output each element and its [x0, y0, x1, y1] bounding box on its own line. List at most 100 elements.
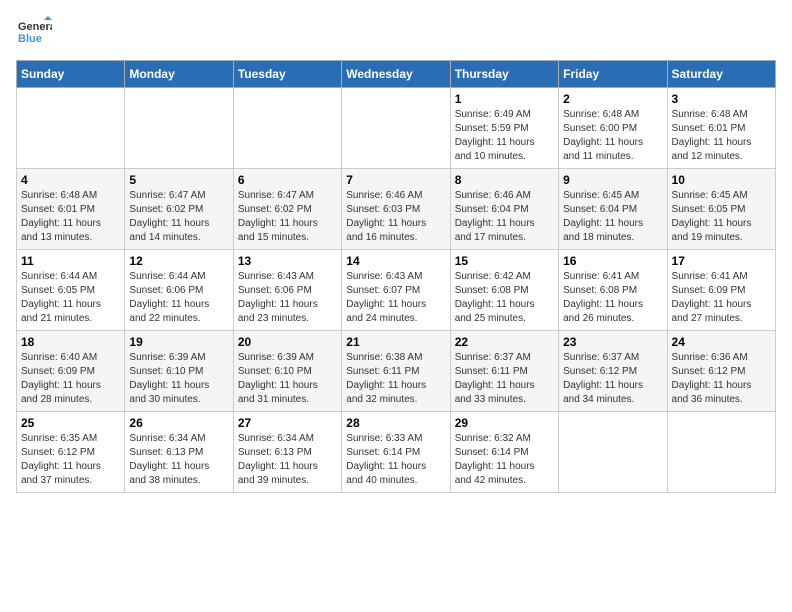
weekday-header: Thursday: [450, 61, 558, 88]
calendar-cell: 28 Sunrise: 6:33 AM Sunset: 6:14 PM Dayli…: [342, 412, 450, 493]
day-info: Sunrise: 6:35 AM Sunset: 6:12 PM Dayligh…: [21, 432, 120, 488]
day-info: Sunrise: 6:45 AM Sunset: 6:05 PM Dayligh…: [672, 189, 771, 245]
calendar-header: SundayMondayTuesdayWednesdayThursdayFrid…: [17, 61, 776, 88]
day-info: Sunrise: 6:46 AM Sunset: 6:03 PM Dayligh…: [346, 189, 445, 245]
day-number: 14: [346, 254, 445, 268]
day-number: 13: [238, 254, 337, 268]
calendar-cell: 25 Sunrise: 6:35 AM Sunset: 6:12 PM Dayli…: [17, 412, 125, 493]
calendar-cell: 22Sunrise: 6:37 AM Sunset: 6:11 PM Dayli…: [450, 331, 558, 412]
logo: General Blue: [16, 16, 52, 52]
day-number: 16: [563, 254, 662, 268]
day-info: Sunrise: 6:47 AM Sunset: 6:02 PM Dayligh…: [129, 189, 228, 245]
day-number: 12: [129, 254, 228, 268]
day-number: 29: [455, 416, 554, 430]
calendar-cell: 10 Sunrise: 6:45 AM Sunset: 6:05 PM Dayli…: [667, 169, 775, 250]
calendar-cell: 16Sunrise: 6:41 AM Sunset: 6:08 PM Dayli…: [559, 250, 667, 331]
calendar-cell: 19 Sunrise: 6:39 AM Sunset: 6:10 PM Dayli…: [125, 331, 233, 412]
calendar-cell: 21Sunrise: 6:38 AM Sunset: 6:11 PM Dayli…: [342, 331, 450, 412]
logo-svg: General Blue: [16, 16, 52, 52]
day-number: 5: [129, 173, 228, 187]
calendar-body: 1 Sunrise: 6:49 AM Sunset: 5:59 PM Daylig…: [17, 88, 776, 493]
day-number: 9: [563, 173, 662, 187]
day-info: Sunrise: 6:32 AM Sunset: 6:14 PM Dayligh…: [455, 432, 554, 488]
day-number: 28: [346, 416, 445, 430]
calendar-cell: [17, 88, 125, 169]
day-info: Sunrise: 6:36 AM Sunset: 6:12 PM Dayligh…: [672, 351, 771, 407]
calendar-cell: [342, 88, 450, 169]
day-info: Sunrise: 6:34 AM Sunset: 6:13 PM Dayligh…: [238, 432, 337, 488]
calendar-cell: 2Sunrise: 6:48 AM Sunset: 6:00 PM Daylig…: [559, 88, 667, 169]
day-number: 25: [21, 416, 120, 430]
day-info: Sunrise: 6:44 AM Sunset: 6:06 PM Dayligh…: [129, 270, 228, 326]
calendar-cell: 26 Sunrise: 6:34 AM Sunset: 6:13 PM Dayli…: [125, 412, 233, 493]
calendar-cell: 13Sunrise: 6:43 AM Sunset: 6:06 PM Dayli…: [233, 250, 341, 331]
day-info: Sunrise: 6:40 AM Sunset: 6:09 PM Dayligh…: [21, 351, 120, 407]
calendar-cell: 7 Sunrise: 6:46 AM Sunset: 6:03 PM Daylig…: [342, 169, 450, 250]
calendar-cell: [233, 88, 341, 169]
calendar-cell: 3Sunrise: 6:48 AM Sunset: 6:01 PM Daylig…: [667, 88, 775, 169]
calendar-cell: 9 Sunrise: 6:45 AM Sunset: 6:04 PM Daylig…: [559, 169, 667, 250]
calendar-cell: [667, 412, 775, 493]
day-info: Sunrise: 6:38 AM Sunset: 6:11 PM Dayligh…: [346, 351, 445, 407]
calendar-cell: 18 Sunrise: 6:40 AM Sunset: 6:09 PM Dayli…: [17, 331, 125, 412]
day-info: Sunrise: 6:37 AM Sunset: 6:12 PM Dayligh…: [563, 351, 662, 407]
weekday-header: Saturday: [667, 61, 775, 88]
calendar-week-row: 4Sunrise: 6:48 AM Sunset: 6:01 PM Daylig…: [17, 169, 776, 250]
weekday-header: Sunday: [17, 61, 125, 88]
day-number: 10: [672, 173, 771, 187]
day-number: 22: [455, 335, 554, 349]
calendar-cell: 23 Sunrise: 6:37 AM Sunset: 6:12 PM Dayli…: [559, 331, 667, 412]
day-number: 7: [346, 173, 445, 187]
calendar-cell: 24Sunrise: 6:36 AM Sunset: 6:12 PM Dayli…: [667, 331, 775, 412]
calendar-table: SundayMondayTuesdayWednesdayThursdayFrid…: [16, 60, 776, 493]
svg-text:Blue: Blue: [18, 33, 42, 45]
day-info: Sunrise: 6:39 AM Sunset: 6:10 PM Dayligh…: [129, 351, 228, 407]
calendar-cell: 11 Sunrise: 6:44 AM Sunset: 6:05 PM Dayli…: [17, 250, 125, 331]
day-info: Sunrise: 6:39 AM Sunset: 6:10 PM Dayligh…: [238, 351, 337, 407]
day-number: 11: [21, 254, 120, 268]
day-info: Sunrise: 6:41 AM Sunset: 6:09 PM Dayligh…: [672, 270, 771, 326]
day-info: Sunrise: 6:42 AM Sunset: 6:08 PM Dayligh…: [455, 270, 554, 326]
day-number: 2: [563, 92, 662, 106]
calendar-cell: 1 Sunrise: 6:49 AM Sunset: 5:59 PM Daylig…: [450, 88, 558, 169]
svg-text:General: General: [18, 21, 52, 33]
logo-graphic: General Blue: [16, 16, 52, 52]
day-info: Sunrise: 6:43 AM Sunset: 6:07 PM Dayligh…: [346, 270, 445, 326]
calendar-week-row: 25 Sunrise: 6:35 AM Sunset: 6:12 PM Dayli…: [17, 412, 776, 493]
day-number: 23: [563, 335, 662, 349]
weekday-header: Friday: [559, 61, 667, 88]
calendar-cell: 17Sunrise: 6:41 AM Sunset: 6:09 PM Dayli…: [667, 250, 775, 331]
day-info: Sunrise: 6:48 AM Sunset: 6:01 PM Dayligh…: [21, 189, 120, 245]
calendar-cell: 27Sunrise: 6:34 AM Sunset: 6:13 PM Dayli…: [233, 412, 341, 493]
calendar-week-row: 1 Sunrise: 6:49 AM Sunset: 5:59 PM Daylig…: [17, 88, 776, 169]
day-number: 8: [455, 173, 554, 187]
day-number: 6: [238, 173, 337, 187]
page-header: General Blue: [16, 16, 776, 52]
calendar-cell: 8 Sunrise: 6:46 AM Sunset: 6:04 PM Daylig…: [450, 169, 558, 250]
day-info: Sunrise: 6:48 AM Sunset: 6:01 PM Dayligh…: [672, 108, 771, 164]
day-info: Sunrise: 6:47 AM Sunset: 6:02 PM Dayligh…: [238, 189, 337, 245]
day-info: Sunrise: 6:46 AM Sunset: 6:04 PM Dayligh…: [455, 189, 554, 245]
calendar-cell: 29 Sunrise: 6:32 AM Sunset: 6:14 PM Dayli…: [450, 412, 558, 493]
calendar-cell: 12 Sunrise: 6:44 AM Sunset: 6:06 PM Dayli…: [125, 250, 233, 331]
day-info: Sunrise: 6:49 AM Sunset: 5:59 PM Dayligh…: [455, 108, 554, 164]
day-info: Sunrise: 6:34 AM Sunset: 6:13 PM Dayligh…: [129, 432, 228, 488]
calendar-cell: 20 Sunrise: 6:39 AM Sunset: 6:10 PM Dayli…: [233, 331, 341, 412]
calendar-week-row: 18 Sunrise: 6:40 AM Sunset: 6:09 PM Dayli…: [17, 331, 776, 412]
day-number: 20: [238, 335, 337, 349]
calendar-cell: 14 Sunrise: 6:43 AM Sunset: 6:07 PM Dayli…: [342, 250, 450, 331]
weekday-header: Tuesday: [233, 61, 341, 88]
header-row: SundayMondayTuesdayWednesdayThursdayFrid…: [17, 61, 776, 88]
day-info: Sunrise: 6:45 AM Sunset: 6:04 PM Dayligh…: [563, 189, 662, 245]
day-number: 19: [129, 335, 228, 349]
day-number: 1: [455, 92, 554, 106]
day-info: Sunrise: 6:44 AM Sunset: 6:05 PM Dayligh…: [21, 270, 120, 326]
day-info: Sunrise: 6:33 AM Sunset: 6:14 PM Dayligh…: [346, 432, 445, 488]
calendar-cell: [125, 88, 233, 169]
calendar-cell: 15Sunrise: 6:42 AM Sunset: 6:08 PM Dayli…: [450, 250, 558, 331]
day-number: 26: [129, 416, 228, 430]
calendar-cell: 4Sunrise: 6:48 AM Sunset: 6:01 PM Daylig…: [17, 169, 125, 250]
day-number: 18: [21, 335, 120, 349]
calendar-cell: 6 Sunrise: 6:47 AM Sunset: 6:02 PM Daylig…: [233, 169, 341, 250]
calendar-cell: 5 Sunrise: 6:47 AM Sunset: 6:02 PM Daylig…: [125, 169, 233, 250]
